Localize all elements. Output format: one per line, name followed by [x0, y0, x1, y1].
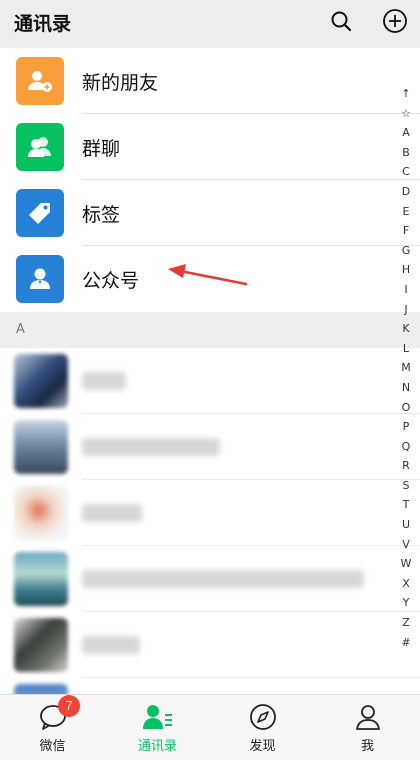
- avatar: [14, 618, 68, 672]
- index-letter[interactable]: C: [402, 162, 410, 182]
- official-account-icon: [16, 255, 64, 303]
- index-letter[interactable]: S: [403, 476, 410, 496]
- alphabet-index[interactable]: ↑ ☆ A B C D E F G H I J K L M N O P Q R S T U V W X Y Z #: [398, 84, 414, 652]
- person-icon: [352, 701, 384, 733]
- feature-label: 公众号: [82, 269, 140, 292]
- tab-me[interactable]: 我: [315, 695, 420, 760]
- contacts-screen: 通讯录 新的朋友 群聊 标签 公众号 A ↑ ☆ A B C D E F G H…: [0, 0, 420, 760]
- index-letter[interactable]: Z: [402, 613, 410, 633]
- feature-row-new-friends[interactable]: 新的朋友: [0, 48, 420, 114]
- index-letter[interactable]: R: [402, 456, 410, 476]
- list-item[interactable]: [0, 414, 420, 480]
- tag-icon: [16, 189, 64, 237]
- contact-name-redacted: [82, 636, 140, 654]
- tab-contacts[interactable]: 通讯录: [105, 695, 210, 760]
- compass-icon: [247, 701, 279, 733]
- feature-row-group-chats[interactable]: 群聊: [0, 114, 420, 180]
- section-letter: A: [16, 322, 25, 337]
- index-letter[interactable]: I: [404, 280, 407, 300]
- unread-badge: 7: [58, 695, 80, 717]
- index-letter[interactable]: P: [403, 417, 410, 437]
- index-letter[interactable]: X: [402, 574, 410, 594]
- index-letter[interactable]: N: [402, 378, 410, 398]
- index-letter[interactable]: U: [402, 515, 410, 535]
- tab-chats[interactable]: 7 微信: [0, 695, 105, 760]
- index-letter[interactable]: Y: [403, 593, 410, 613]
- group-chat-icon: [16, 123, 64, 171]
- add-circle-icon[interactable]: [380, 6, 410, 36]
- tab-label: 发现: [249, 739, 276, 754]
- list-item[interactable]: [0, 348, 420, 414]
- index-letter[interactable]: T: [403, 495, 410, 515]
- index-letter[interactable]: ☆: [401, 104, 411, 124]
- index-letter[interactable]: ↑: [401, 84, 410, 104]
- contact-name-redacted: [82, 570, 364, 588]
- tab-label: 通讯录: [137, 739, 177, 754]
- index-letter[interactable]: A: [402, 123, 410, 143]
- avatar: [14, 684, 68, 694]
- contact-list: [0, 348, 420, 694]
- index-letter[interactable]: V: [402, 535, 410, 555]
- index-letter[interactable]: L: [403, 339, 409, 359]
- index-letter[interactable]: #: [401, 633, 410, 653]
- section-header: A: [0, 312, 420, 348]
- add-friend-icon: [16, 57, 64, 105]
- index-letter[interactable]: F: [403, 221, 409, 241]
- index-letter[interactable]: E: [403, 202, 410, 222]
- contact-name-redacted: [82, 504, 142, 522]
- search-icon[interactable]: [326, 6, 356, 36]
- tab-label: 微信: [39, 739, 66, 754]
- avatar: [14, 486, 68, 540]
- index-letter[interactable]: J: [404, 300, 407, 320]
- tab-bar: 7 微信 通讯录 发现 我: [0, 694, 420, 760]
- contact-name-redacted: [82, 372, 126, 390]
- feature-label: 新的朋友: [82, 71, 159, 94]
- index-letter[interactable]: G: [402, 241, 411, 261]
- tab-label: 我: [360, 739, 374, 754]
- list-item[interactable]: [0, 678, 420, 694]
- contact-name-redacted: [82, 438, 220, 456]
- index-letter[interactable]: M: [401, 358, 411, 378]
- index-letter[interactable]: Q: [402, 437, 411, 457]
- header-actions: [326, 6, 410, 36]
- index-letter[interactable]: K: [402, 319, 409, 339]
- page-title: 通讯录: [14, 12, 72, 35]
- avatar: [14, 420, 68, 474]
- arrow-annotation-icon: [168, 264, 248, 286]
- list-item[interactable]: [0, 480, 420, 546]
- tab-discover[interactable]: 发现: [210, 695, 315, 760]
- list-item[interactable]: [0, 546, 420, 612]
- feature-label: 群聊: [82, 137, 121, 160]
- index-letter[interactable]: W: [401, 554, 412, 574]
- top-bar: 通讯录: [0, 0, 420, 44]
- list-item[interactable]: [0, 612, 420, 678]
- index-letter[interactable]: B: [402, 143, 410, 163]
- index-letter[interactable]: H: [402, 260, 410, 280]
- avatar: [14, 552, 68, 606]
- contacts-icon: [142, 701, 174, 733]
- feature-label: 标签: [82, 203, 121, 226]
- index-letter[interactable]: O: [402, 398, 411, 418]
- avatar: [14, 354, 68, 408]
- index-letter[interactable]: D: [402, 182, 410, 202]
- feature-row-tags[interactable]: 标签: [0, 180, 420, 246]
